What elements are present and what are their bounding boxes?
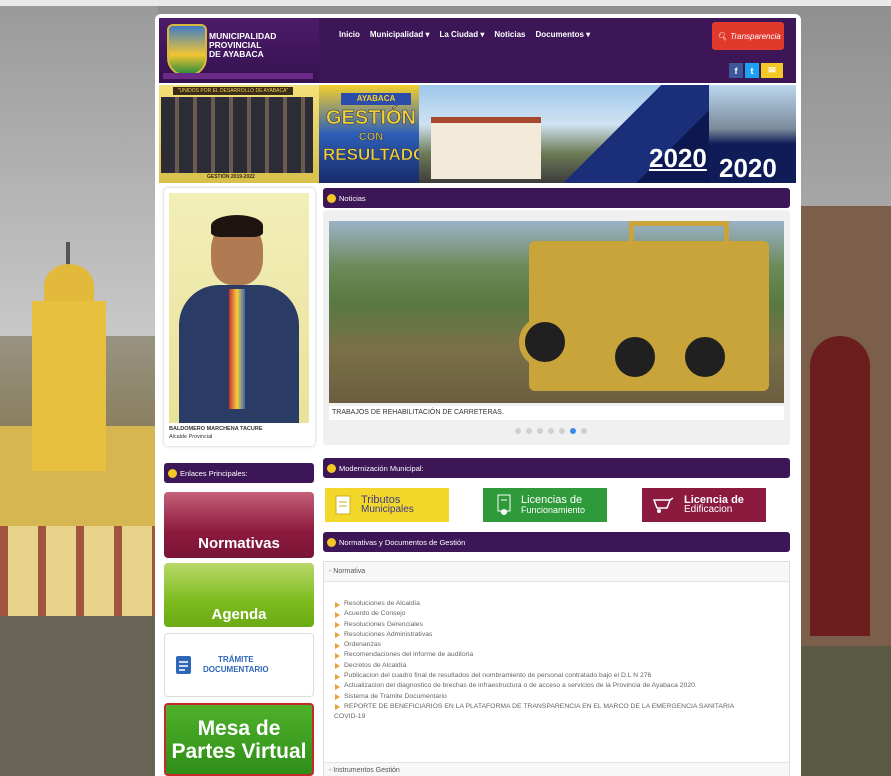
licencia-edificacion-link[interactable]: Licencia de Edificacion [642,488,766,522]
bullet-dot-icon [327,463,336,473]
banner-brand: AYABACA [341,93,411,105]
facebook-icon[interactable]: f [729,63,743,78]
normativa-accordion-toggle[interactable]: - Normativa [324,562,789,582]
logo-text: MUNICIPALIDAD PROVINCIAL DE AYABACA [209,31,277,59]
list-item[interactable]: Resoluciones Administrativas [334,630,784,640]
banner-year1: 2020 [649,143,707,173]
twitter-icon[interactable]: t [745,63,759,78]
licencias-funcionamiento-link[interactable]: Licencias de Funcionamiento [483,488,607,522]
mayor-name: BALDOMERO MARCHENA TACURE [169,426,263,432]
banner-right-photo: 2020 [709,85,796,183]
page-container: MUNICIPALIDAD PROVINCIAL DE AYABACA Inic… [155,14,801,776]
list-item[interactable]: REPORTE DE BENEFICIARIOS EN LA PLATAFORM… [334,702,784,712]
modernizacion-header: Modernización Municipal: [323,458,790,478]
document-icon [335,495,351,515]
hero-banner: "UNIDOS POR EL DESARROLLO DE AYABACA" GE… [159,85,796,183]
tramite-line2: DOCUMENTARIO [203,665,269,674]
agenda-link[interactable]: Agenda [164,563,314,627]
banner-group-photo: "UNIDOS POR EL DESARROLLO DE AYABACA" GE… [159,85,319,183]
bullet-dot-icon [327,193,336,203]
coat-of-arms-icon [167,24,207,76]
nav-la-ciudad[interactable]: La Ciudad ▾ [439,30,484,39]
banner-period: GESTIÓN 2019-2022 [207,174,255,180]
normativas-documentos-header: Normativas y Documentos de Gestión [323,532,790,552]
site-header: MUNICIPALIDAD PROVINCIAL DE AYABACA Inic… [159,18,796,83]
carousel-dot[interactable] [526,428,532,434]
banner-title-line1: GESTIÓN [325,107,417,130]
list-item[interactable]: Resoluciones Gerenciales [334,620,784,630]
logo-ribbon [163,73,313,79]
officials-photo [161,97,313,173]
banner-town-photo: 2020 [419,85,709,183]
social-links: f t ✉ [729,63,783,78]
wheelbarrow-icon [652,497,674,513]
background-town-left [0,6,158,776]
mayor-card: BALDOMERO MARCHENA TACURE Alcalde Provin… [164,188,315,446]
news-slide-image[interactable] [329,221,784,403]
nav-documentos[interactable]: Documentos ▾ [536,30,591,39]
news-caption[interactable]: TRABAJOS DE REHABILITACIÓN DE CARRETERAS… [329,406,784,420]
tributos-municipales-link[interactable]: Tributos Municipales [325,488,449,522]
mayor-photo [169,193,309,423]
email-icon[interactable]: ✉ [761,63,783,78]
carousel-dot[interactable] [581,428,587,434]
bullet-dot-icon [327,537,336,547]
banner-year2: 2020 [719,153,777,183]
normativas-link[interactable]: Normativas [164,492,314,558]
instrumentos-accordion-toggle[interactable]: - Instrumentos Gestión [324,762,789,776]
list-item[interactable]: Decretos de Alcaldía [334,661,784,671]
nav-municipalidad[interactable]: Municipalidad ▾ [370,30,430,39]
certificate-icon [497,494,511,515]
carousel-dot-active[interactable] [570,428,576,434]
noticias-header: Noticias [323,188,790,208]
news-carousel: TRABAJOS DE REHABILITACIÓN DE CARRETERAS… [323,210,790,445]
nav-inicio[interactable]: Inicio [339,30,360,39]
site-logo[interactable]: MUNICIPALIDAD PROVINCIAL DE AYABACA [159,18,319,83]
list-item[interactable]: Ordenanzas [334,640,784,650]
document-edit-icon [176,656,191,674]
banner-title-block: AYABACA GESTIÓN CON RESULTADOS [319,85,438,183]
list-item[interactable]: Publicacion del cuadro final de resultad… [334,671,784,681]
banner-title-line3: RESULTADOS [323,145,438,165]
normativa-list: Resoluciones de Alcaldía Acuerdo de Cons… [334,599,784,723]
search-icon: 🔍︎ [717,31,728,41]
transparencia-button[interactable]: 🔍︎ Transparencia [712,22,784,50]
main-nav: Inicio Municipalidad ▾ La Ciudad ▾ Notic… [339,30,590,39]
list-item[interactable]: Recomendaciones del informe de auditoria [334,650,784,660]
nav-noticias[interactable]: Noticias [494,30,525,39]
enlaces-header: Enlaces Principales: [164,463,314,483]
carousel-dot[interactable] [559,428,565,434]
normativas-panel: - Normativa Resoluciones de Alcaldía Acu… [323,561,790,776]
list-item-continuation[interactable]: COVID-19 [334,712,784,722]
tramite-documentario-link[interactable]: TRÁMITE DOCUMENTARIO [164,633,314,697]
list-item[interactable]: Sistema de Tramite Documentario [334,692,784,702]
mayor-role: Alcalde Provincial [169,434,213,440]
tramite-line1: TRÁMITE [218,655,254,664]
carousel-dot[interactable] [548,428,554,434]
list-item[interactable]: Acuerdo de Consejo [334,609,784,619]
bullet-dot-icon [168,468,177,478]
mesa-de-partes-virtual-link[interactable]: Mesa de Partes Virtual [164,703,314,776]
carousel-dot[interactable] [537,428,543,434]
background-town-right [800,6,891,776]
carousel-dot[interactable] [515,428,521,434]
list-item[interactable]: Resoluciones de Alcaldía [334,599,784,609]
banner-motto: "UNIDOS POR EL DESARROLLO DE AYABACA" [173,87,293,95]
banner-title-line2: CON [358,131,384,144]
carousel-indicators [515,428,587,434]
list-item[interactable]: Actualizacion del diagnostico de brechas… [334,681,784,691]
